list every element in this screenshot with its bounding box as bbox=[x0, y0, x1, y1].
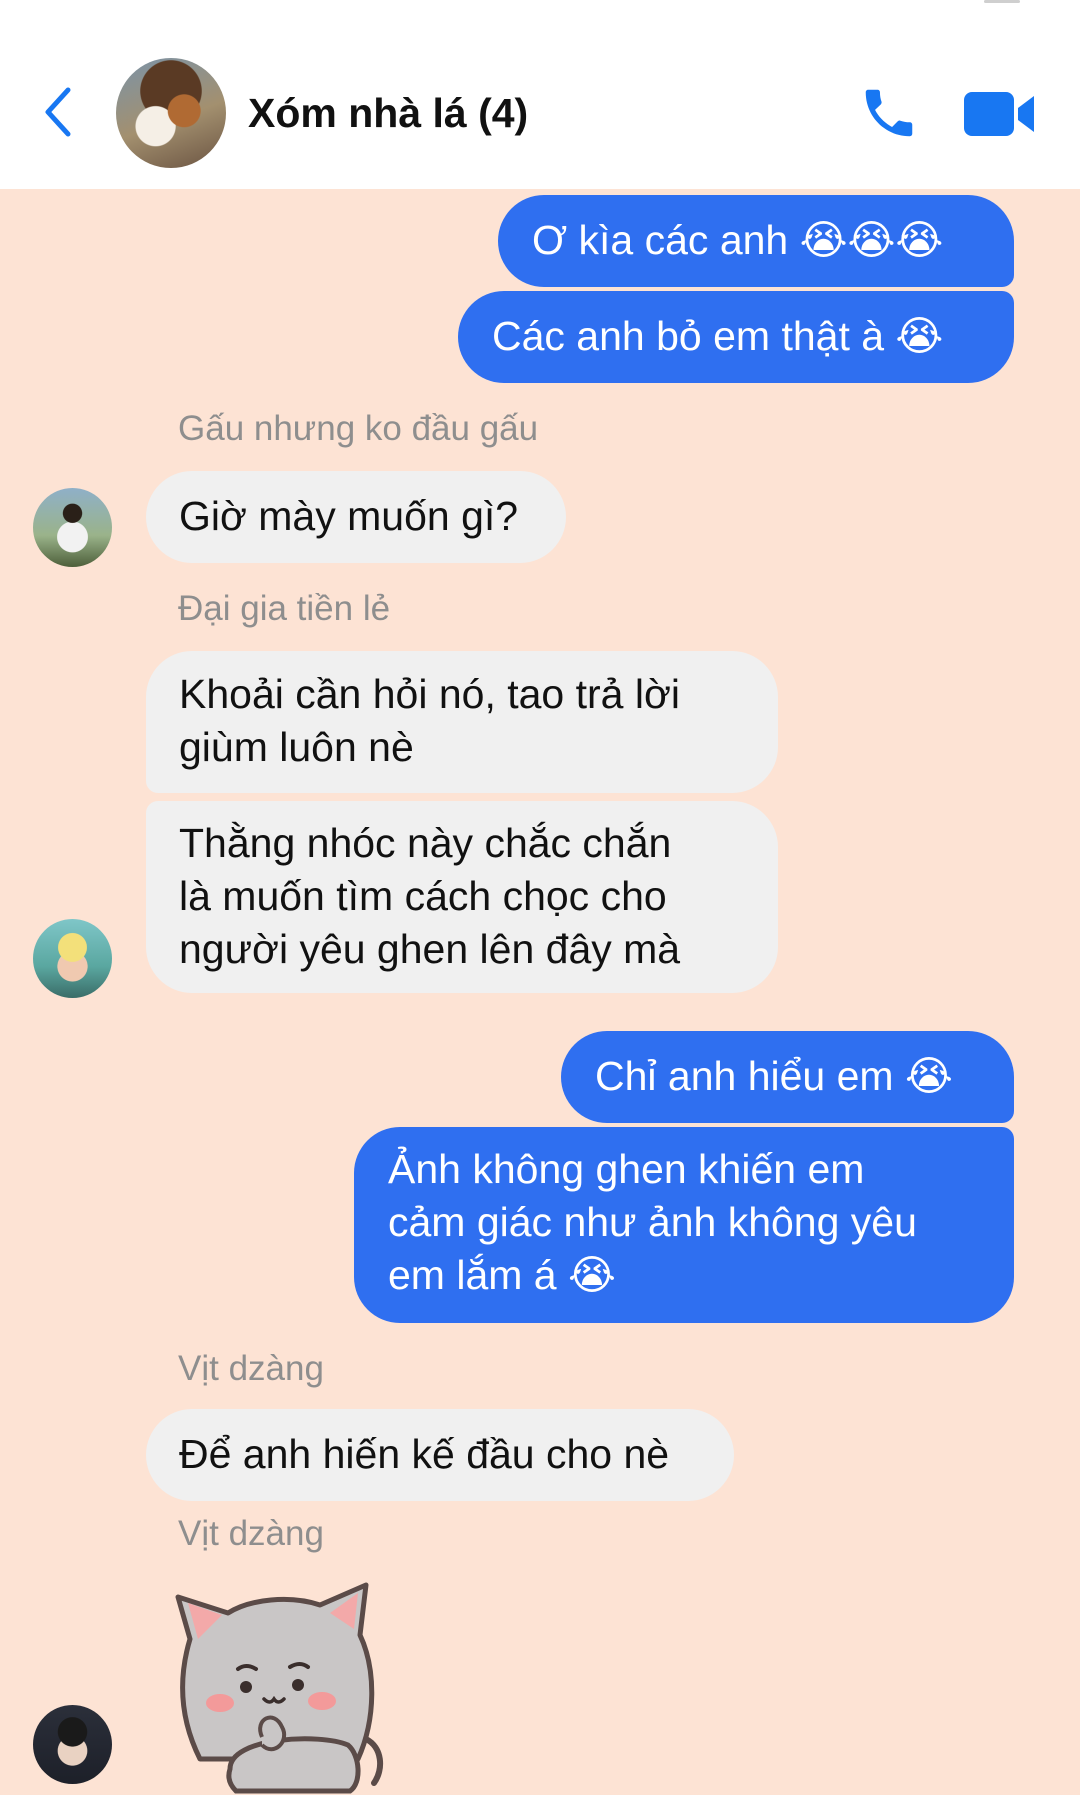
message-text: Các anh bỏ em thật à 😭 bbox=[492, 313, 944, 359]
sender-name: Gấu nhưng ko đầu gấu bbox=[178, 409, 539, 448]
message-list[interactable]: Ơ kìa các anh 😭😭😭 Các anh bỏ em thật à 😭… bbox=[0, 189, 1080, 1795]
message-text-line: người yêu ghen lên đây mà bbox=[179, 926, 681, 972]
phone-icon bbox=[865, 89, 913, 137]
message-bubble[interactable]: Giờ mày muốn gì? bbox=[146, 471, 566, 563]
message-bubble[interactable]: Để anh hiến kế đầu cho nè bbox=[146, 1409, 734, 1501]
message-bubble[interactable]: Các anh bỏ em thật à 😭 bbox=[458, 291, 1014, 383]
group-avatar[interactable] bbox=[116, 58, 226, 168]
video-camera-icon bbox=[964, 92, 1034, 136]
message-text: Chỉ anh hiểu em 😭 bbox=[595, 1053, 953, 1099]
message-bubble[interactable]: Chỉ anh hiểu em 😭 bbox=[561, 1031, 1014, 1123]
crying-cat-sticker[interactable] bbox=[170, 1569, 400, 1795]
message-text-line: Khoải cần hỏi nó, tao trả lời bbox=[179, 671, 680, 717]
message-text-line: giùm luôn nè bbox=[179, 724, 414, 770]
message-text: Giờ mày muốn gì? bbox=[179, 493, 519, 539]
status-bar-indicator bbox=[984, 0, 1020, 3]
avatar[interactable] bbox=[33, 1705, 112, 1784]
avatar[interactable] bbox=[33, 488, 112, 567]
message-text-line: cảm giác như ảnh không yêu bbox=[388, 1199, 917, 1245]
avatar[interactable] bbox=[33, 919, 112, 998]
back-button[interactable] bbox=[38, 82, 78, 142]
message-bubble[interactable]: Thằng nhóc này chắc chắn là muốn tìm các… bbox=[146, 801, 778, 993]
message-bubble[interactable]: Ảnh không ghen khiến em cảm giác như ảnh… bbox=[354, 1127, 1014, 1323]
message-text-line: Thằng nhóc này chắc chắn bbox=[179, 820, 672, 866]
message-bubble[interactable]: Khoải cần hỏi nó, tao trả lời giùm luôn … bbox=[146, 651, 778, 793]
voice-call-button[interactable] bbox=[858, 82, 920, 144]
chat-header: Xóm nhà lá (4) bbox=[0, 0, 1080, 189]
video-call-button[interactable] bbox=[962, 88, 1036, 140]
message-bubble[interactable]: Ơ kìa các anh 😭😭😭 bbox=[498, 195, 1014, 287]
message-text: Để anh hiến kế đầu cho nè bbox=[179, 1431, 670, 1477]
sender-name: Đại gia tiền lẻ bbox=[178, 589, 391, 628]
sender-name: Vịt dzàng bbox=[178, 1514, 324, 1553]
group-title[interactable]: Xóm nhà lá (4) bbox=[248, 90, 528, 137]
message-text-line: em lắm á 😭 bbox=[388, 1252, 616, 1298]
message-text-line: là muốn tìm cách chọc cho bbox=[179, 873, 667, 919]
sender-name: Vịt dzàng bbox=[178, 1349, 324, 1388]
message-text-line: Ảnh không ghen khiến em bbox=[388, 1146, 865, 1192]
message-text: Ơ kìa các anh 😭😭😭 bbox=[532, 217, 944, 263]
chevron-left-icon bbox=[45, 87, 71, 137]
